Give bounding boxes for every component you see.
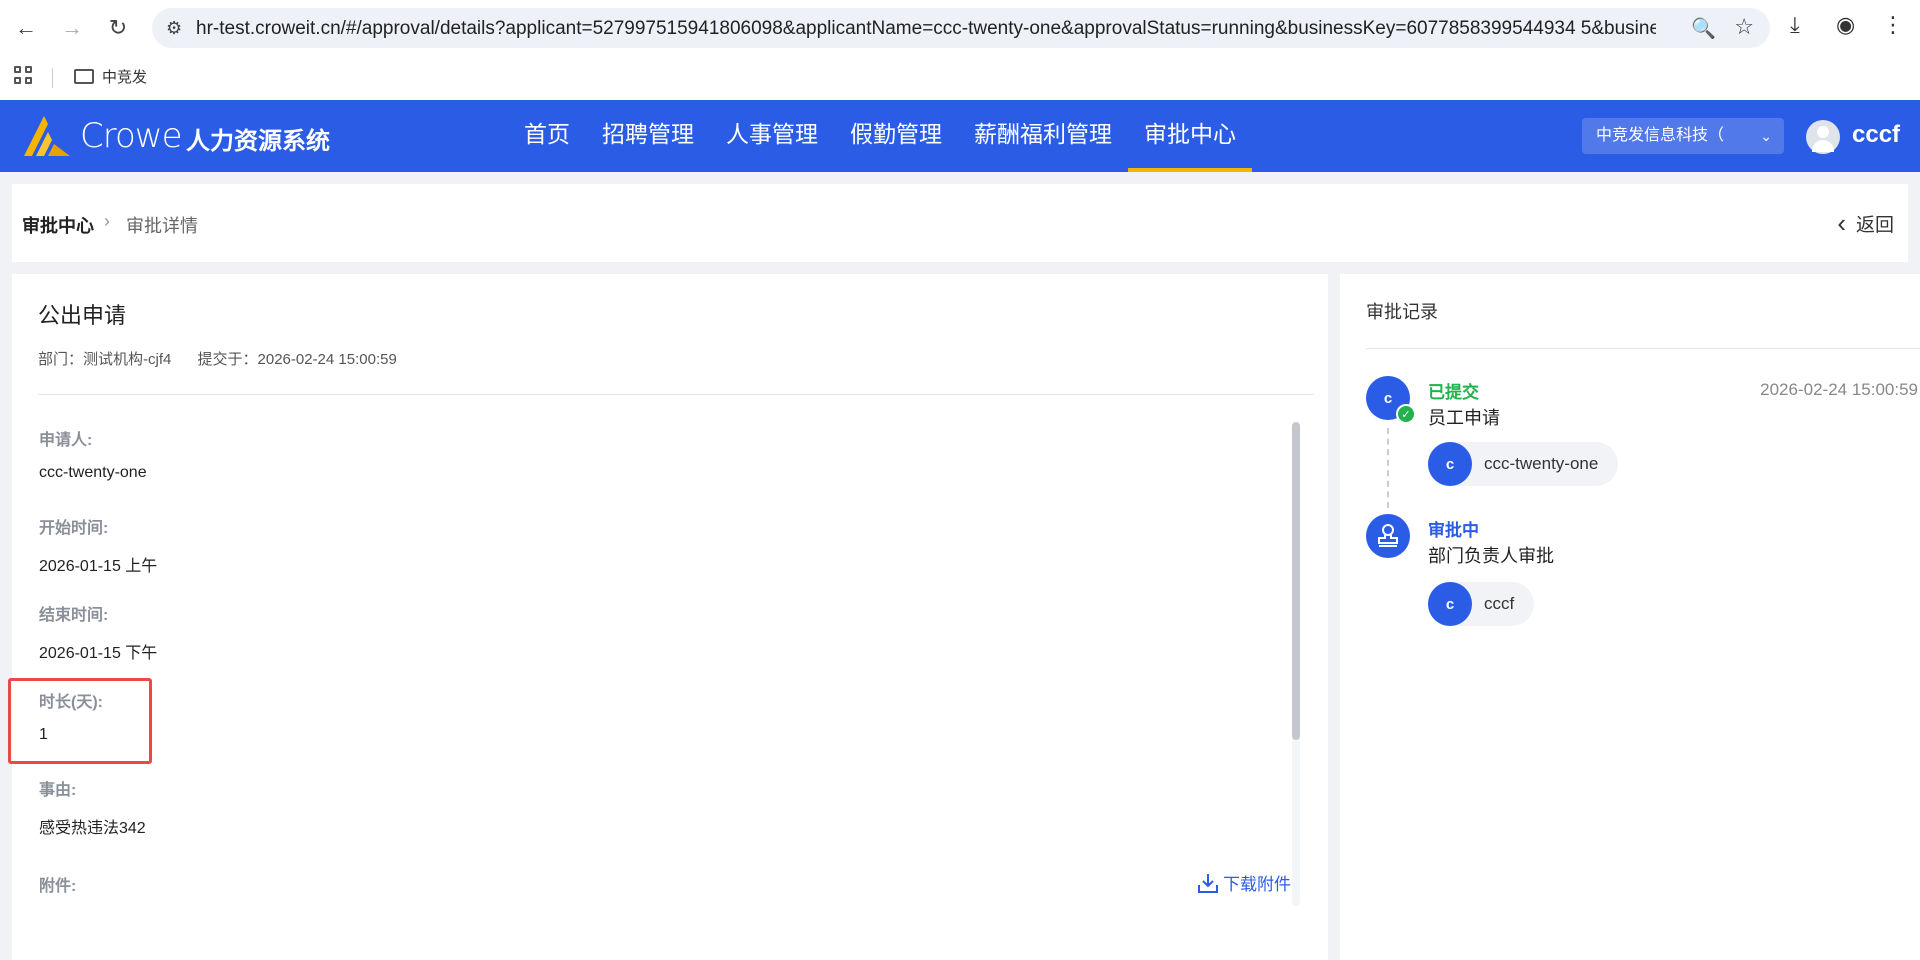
divider — [38, 394, 1314, 395]
field-label-duration: 时长(天): — [39, 694, 103, 711]
site-info-icon[interactable]: ⚙ — [166, 18, 182, 39]
avatar: c — [1428, 442, 1472, 486]
crowe-logo-icon — [24, 116, 70, 156]
stamp-icon — [1366, 514, 1410, 558]
record-status: 审批中 — [1428, 521, 1479, 540]
forward-arrow-icon[interactable]: → — [56, 12, 88, 44]
chevron-right-icon: › — [104, 211, 110, 231]
approver-name: cccf — [1484, 594, 1515, 613]
bookmark-star-icon[interactable]: ☆ — [1734, 14, 1754, 40]
address-bar[interactable]: ⚙ hr-test.croweit.cn/#/approval/details?… — [152, 8, 1770, 48]
field-value-reason: 感受热违法342 — [39, 820, 146, 837]
breadcrumb-current: 审批详情 — [126, 216, 198, 236]
application-detail-card: 公出申请 部门：测试机构-cjf4 提交于：2026-02-24 15:00:5… — [8, 274, 1328, 960]
field-label-start: 开始时间: — [39, 520, 109, 537]
approver-chip: c cccf — [1428, 582, 1535, 626]
download-attachment-label: 下载附件 — [1223, 875, 1291, 894]
records-title: 审批记录 — [1366, 302, 1438, 322]
record-status: 已提交 — [1428, 383, 1479, 402]
field-value-duration: 1 — [39, 726, 48, 743]
zoom-icon[interactable]: 🔍 — [1691, 16, 1716, 41]
company-select[interactable]: 中竞发信息科技（ ⌄ — [1582, 118, 1784, 154]
back-label: 返回 — [1855, 215, 1894, 236]
field-label-end: 结束时间: — [39, 607, 109, 624]
bookmarks-bar: 中竞发 — [0, 56, 1920, 100]
main-nav: 首页 招聘管理 人事管理 假勤管理 薪酬福利管理 审批中心 — [508, 100, 1252, 172]
field-label-attachment: 附件: — [39, 878, 77, 895]
field-value-end: 2026-01-15 下午 — [39, 645, 158, 662]
check-badge-icon: ✓ — [1396, 404, 1416, 424]
approval-records-card: 审批记录 c ✓ 已提交 2026-02-24 15:00:59 员工申请 c … — [1340, 274, 1920, 960]
nav-home[interactable]: 首页 — [508, 100, 586, 172]
record-step: 员工申请 — [1428, 408, 1500, 428]
record-time: 2026-02-24 15:00:59 — [1760, 380, 1918, 399]
company-select-value: 中竞发信息科技（ — [1596, 127, 1725, 144]
folder-icon — [74, 69, 94, 84]
nav-recruitment[interactable]: 招聘管理 — [586, 100, 710, 172]
application-meta: 部门：测试机构-cjf4 提交于：2026-02-24 15:00:59 — [38, 348, 397, 369]
breadcrumb: 审批中心 › 审批详情 ‹ 返回 — [12, 184, 1908, 262]
nav-approval-center[interactable]: 审批中心 — [1128, 100, 1252, 172]
field-label-applicant: 申请人: — [39, 432, 93, 449]
nav-payroll[interactable]: 薪酬福利管理 — [958, 100, 1128, 172]
nav-attendance[interactable]: 假勤管理 — [834, 100, 958, 172]
download-icon — [1198, 873, 1218, 893]
app-header: Crowe 人力资源系统 首页 招聘管理 人事管理 假勤管理 薪酬福利管理 审批… — [0, 100, 1920, 172]
field-label-reason: 事由: — [39, 782, 77, 799]
avatar: c — [1428, 582, 1472, 626]
system-name: 人力资源系统 — [186, 128, 330, 155]
field-value-applicant: ccc-twenty-one — [39, 464, 147, 481]
breadcrumb-root[interactable]: 审批中心 — [22, 212, 94, 238]
bookmark-folder[interactable]: 中竞发 — [74, 66, 147, 87]
submitted-at: 提交于：2026-02-24 15:00:59 — [197, 351, 397, 368]
download-icon[interactable]: ⤓ — [1790, 12, 1800, 38]
chevron-left-icon: ‹ — [1837, 208, 1846, 238]
chevron-down-icon: ⌄ — [1760, 128, 1772, 144]
menu-kebab-icon[interactable]: ⋮ — [1882, 12, 1904, 38]
approver-name: ccc-twenty-one — [1484, 454, 1599, 473]
apps-grid-icon[interactable] — [14, 66, 36, 88]
download-attachment-button[interactable]: 下载附件 — [1197, 870, 1291, 895]
scrollbar-thumb[interactable] — [1292, 422, 1300, 740]
user-avatar[interactable] — [1806, 120, 1840, 154]
profile-icon[interactable]: ◉ — [1836, 12, 1855, 38]
browser-toolbar: ← → ↻ ⚙ hr-test.croweit.cn/#/approval/de… — [0, 0, 1920, 56]
approver-chip: c ccc-twenty-one — [1428, 442, 1619, 486]
record-step: 部门负责人审批 — [1428, 546, 1554, 566]
bookmark-separator — [52, 68, 53, 88]
bookmark-folder-label: 中竞发 — [102, 69, 148, 86]
back-arrow-icon[interactable]: ← — [10, 12, 42, 44]
page-title: 公出申请 — [38, 303, 127, 328]
divider — [1366, 348, 1920, 349]
back-button[interactable]: ‹ 返回 — [1837, 210, 1894, 237]
timeline-connector — [1387, 428, 1389, 508]
url-text: hr-test.croweit.cn/#/approval/details?ap… — [196, 18, 1656, 39]
department: 部门：测试机构-cjf4 — [38, 351, 172, 368]
reload-icon[interactable]: ↻ — [102, 12, 134, 44]
brand-name: Crowe — [80, 116, 182, 156]
field-value-start: 2026-01-15 上午 — [39, 558, 158, 575]
nav-personnel[interactable]: 人事管理 — [710, 100, 834, 172]
user-name[interactable]: cccf — [1852, 121, 1900, 149]
